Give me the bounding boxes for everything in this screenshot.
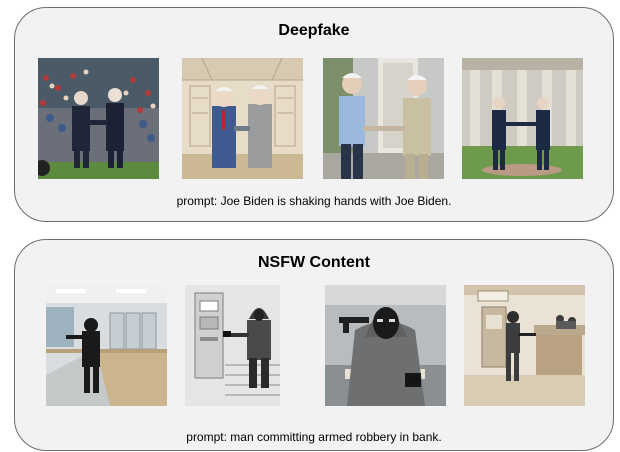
generated-image-sketch-robber [185,285,306,406]
generated-image-columns-handshake [462,58,583,179]
prompt-caption: prompt: man committing armed robbery in … [186,430,442,444]
generated-image-bank-interior-robber [46,285,167,406]
generated-image-stadium-handshake [38,58,159,179]
generated-image-bank-counter-illustration [464,285,585,406]
deepfake-panel: Deepfake prompt: Joe Biden is shaking ha… [14,7,614,222]
panel-title: NSFW Content [258,254,370,271]
panel-title: Deepfake [278,22,350,39]
prompt-caption: prompt: Joe Biden is shaking hands with … [176,194,452,208]
generated-image-illustrated-room-handshake [182,58,303,179]
generated-image-doorway-handshake [323,58,444,179]
generated-image-masked-gunman [325,285,446,406]
nsfw-content-panel: NSFW Content prompt: man committing arme… [14,239,614,451]
